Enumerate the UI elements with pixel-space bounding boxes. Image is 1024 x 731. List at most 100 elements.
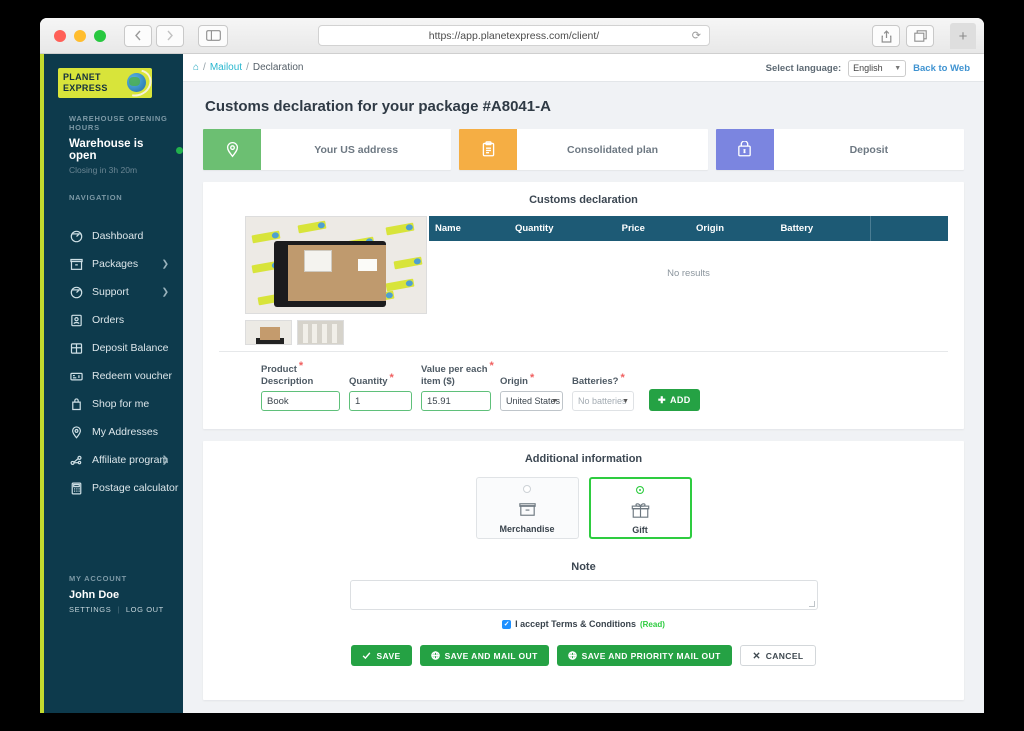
- sidebar-item-my-addresses[interactable]: My Addresses: [44, 418, 183, 446]
- required-marker: *: [620, 371, 625, 384]
- save-and-mail-out-button[interactable]: SAVE AND MAIL OUT: [419, 645, 549, 666]
- package-icon: [69, 257, 83, 271]
- package-photo-main[interactable]: [245, 216, 427, 314]
- calculator-icon: [69, 481, 83, 495]
- breadcrumb-separator: /: [203, 62, 206, 73]
- origin-select[interactable]: United States ▼: [500, 391, 563, 411]
- language-select[interactable]: English ▼: [848, 59, 907, 77]
- thumbnail-strip: [245, 320, 409, 345]
- table-empty-message: No results: [667, 268, 710, 279]
- customs-declaration-card: Customs declaration Name Quantity Price …: [203, 182, 964, 429]
- status-dot-icon: [176, 146, 183, 154]
- sidebar-item-label: Shop for me: [92, 398, 150, 410]
- nav-buttons: [124, 24, 184, 47]
- chevron-right-icon: ❯: [161, 286, 169, 297]
- network-icon: [69, 453, 83, 467]
- sidebar-item-dashboard[interactable]: Dashboard: [44, 222, 183, 250]
- table-header-row: Name Quantity Price Origin Battery: [429, 216, 948, 241]
- input-value: 1: [355, 395, 361, 407]
- step-your-us-address[interactable]: Your US address: [203, 129, 452, 170]
- top-bar-right: Select language: English ▼ Back to Web: [766, 54, 970, 82]
- sidebar-item-label: Support: [92, 286, 129, 298]
- url-text: https://app.planetexpress.com/client/: [428, 29, 600, 42]
- logo-text: PLANET EXPRESS: [63, 72, 108, 93]
- browser-window: https://app.planetexpress.com/client/ ⟳ …: [40, 18, 984, 713]
- input-value: Book: [267, 395, 289, 407]
- back-button[interactable]: [124, 24, 152, 47]
- sidebar-item-deposit-balance[interactable]: Deposit Balance: [44, 334, 183, 362]
- account-heading: MY ACCOUNT: [69, 574, 127, 583]
- label-line-2: item ($): [421, 375, 455, 387]
- clipboard-icon: [459, 129, 518, 170]
- sidebar-item-postage-calculator[interactable]: Postage calculator: [44, 474, 183, 502]
- package-photo-thumb-2[interactable]: [297, 320, 344, 345]
- back-to-web-link[interactable]: Back to Web: [913, 63, 970, 74]
- sidebar-item-redeem-voucher[interactable]: Redeem voucher: [44, 362, 183, 390]
- declaration-table: Name Quantity Price Origin Battery: [429, 216, 948, 241]
- value-per-item-input[interactable]: 15.91: [421, 391, 491, 411]
- customs-declaration-title: Customs declaration: [529, 194, 638, 206]
- gift-icon: [630, 499, 651, 521]
- sidebar-item-packages[interactable]: Packages ❯: [44, 250, 183, 278]
- plus-icon: ✚: [658, 394, 666, 405]
- product-description-input[interactable]: Book: [261, 391, 340, 411]
- step-label: Your US address: [314, 143, 399, 156]
- sidebar-item-label: Affiliate program: [92, 454, 169, 466]
- field-label: Product * Description: [261, 360, 314, 387]
- button-label: CANCEL: [765, 650, 804, 661]
- sidebar-toggle-icon[interactable]: [198, 24, 228, 47]
- share-icon[interactable]: [872, 25, 900, 47]
- step-deposit[interactable]: Deposit: [715, 129, 964, 170]
- sidebar-item-support[interactable]: Support ❯: [44, 278, 183, 306]
- field-batteries: Batteries? * No batteries ▼: [572, 371, 634, 411]
- terms-checkbox[interactable]: ✓: [502, 619, 512, 629]
- close-window-button[interactable]: [54, 29, 66, 42]
- terms-read-link[interactable]: (Read): [640, 620, 665, 629]
- note-label: Note: [571, 561, 596, 573]
- field-label: Origin *: [500, 372, 534, 388]
- option-merchandise[interactable]: Merchandise: [475, 477, 579, 539]
- page-body: PLANET EXPRESS WAREHOUSE OPENING HOURS W…: [40, 54, 984, 713]
- batteries-select[interactable]: No batteries ▼: [572, 391, 634, 411]
- account-name: John Doe: [69, 589, 120, 601]
- option-gift[interactable]: Gift: [588, 477, 692, 539]
- select-value: No batteries: [578, 396, 627, 406]
- package-photo-thumb-1[interactable]: [245, 320, 292, 345]
- brand-logo[interactable]: PLANET EXPRESS: [44, 54, 183, 114]
- sidebar-item-affiliate-program[interactable]: Affiliate program ❯: [44, 446, 183, 474]
- home-icon[interactable]: ⌂: [193, 62, 199, 73]
- label-line-2: Description: [261, 375, 314, 387]
- add-item-button[interactable]: ✚ ADD: [649, 389, 700, 411]
- note-textarea[interactable]: [349, 580, 818, 610]
- save-button[interactable]: SAVE: [351, 645, 412, 666]
- step-label: Deposit: [849, 143, 889, 156]
- address-bar[interactable]: https://app.planetexpress.com/client/ ⟳: [318, 25, 710, 46]
- logout-link[interactable]: LOG OUT: [126, 605, 164, 614]
- content-area: Customs declaration for your package #A8…: [183, 82, 984, 700]
- step-consolidated-plan[interactable]: Consolidated plan: [459, 129, 708, 170]
- save-and-priority-mail-out-button[interactable]: SAVE AND PRIORITY MAIL OUT: [556, 645, 732, 666]
- minimize-window-button[interactable]: [74, 29, 86, 42]
- reload-icon[interactable]: ⟳: [692, 29, 701, 42]
- browser-titlebar: https://app.planetexpress.com/client/ ⟳ …: [40, 18, 984, 54]
- additional-information-title: Additional information: [524, 453, 643, 465]
- voucher-icon: [69, 369, 83, 383]
- warehouse-status: Warehouse is open: [44, 138, 183, 162]
- maximize-window-button[interactable]: [94, 29, 106, 42]
- warehouse-closing-text: Closing in 3h 20m: [69, 165, 138, 175]
- globe-icon: [567, 651, 577, 660]
- support-icon: [69, 285, 83, 299]
- sidebar-item-shop-for-me[interactable]: Shop for me: [44, 390, 183, 418]
- sidebar-item-orders[interactable]: Orders: [44, 306, 183, 334]
- select-language-label: Select language:: [765, 62, 842, 74]
- new-tab-button[interactable]: +: [950, 23, 976, 49]
- forward-button[interactable]: [156, 24, 184, 47]
- column-header-name: Name: [429, 216, 509, 241]
- tab-overview-icon[interactable]: [906, 25, 934, 47]
- shopping-bag-icon: [69, 397, 83, 411]
- required-marker: *: [529, 371, 535, 384]
- quantity-input[interactable]: 1: [349, 391, 412, 411]
- settings-link[interactable]: SETTINGS: [69, 605, 111, 614]
- breadcrumb-link-mailout[interactable]: Mailout: [210, 62, 242, 73]
- cancel-button[interactable]: CANCEL: [739, 645, 816, 666]
